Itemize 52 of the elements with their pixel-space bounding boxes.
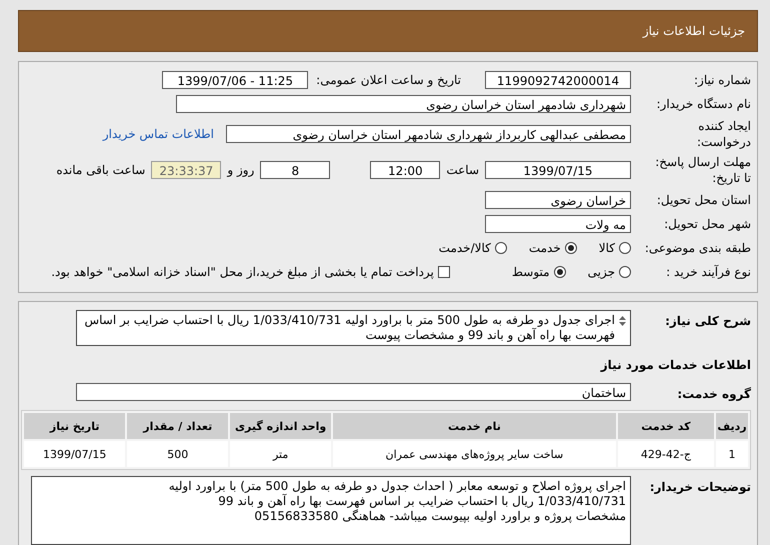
city-field: مه ولات	[485, 215, 631, 233]
description-text: اجرای جدول دو طرفه به طول 500 متر با براورد اولیه 1/033/410/731 ریال با احتساب ضرایب بر اساس فهرست بها راه آهن و باند 99 و مشخصات پیوست	[83, 313, 615, 343]
process-radio[interactable]: متوسط	[512, 265, 566, 279]
process-radio[interactable]: جزیی	[588, 265, 631, 279]
category-radio[interactable]: خدمت	[528, 241, 577, 255]
column-header: تاریخ نیاز	[24, 413, 126, 439]
column-header: تعداد / مقدار	[127, 413, 228, 439]
need-number-field: 1199092742000014	[485, 71, 631, 89]
table-cell: 1	[716, 441, 748, 467]
days-field: 8	[260, 161, 330, 179]
column-header: نام خدمت	[332, 413, 616, 439]
table-cell: متر	[230, 441, 331, 467]
field-label: شرح کلی نیاز:	[664, 314, 751, 328]
province-field: خراسان رضوی	[485, 191, 631, 209]
field-label: نوع فرآیند خرید :	[665, 265, 751, 279]
page-header: جزئیات اطلاعات نیاز	[18, 10, 758, 52]
section-title: اطلاعات خدمات مورد نیاز	[599, 358, 751, 372]
deadline-time-field: 12:00	[370, 161, 440, 179]
field-label: توضیحات خریدار:	[648, 480, 751, 494]
category-radio[interactable]: کالا/خدمت	[438, 241, 507, 255]
table-cell: 500	[127, 441, 228, 467]
remaining-time-field: 23:33:37	[151, 161, 222, 179]
field-label: ایجاد کننده درخواست:	[696, 118, 751, 150]
field-label: تاریخ و ساعت اعلان عمومی:	[316, 73, 461, 87]
field-label: روز و	[227, 163, 254, 177]
category-radio[interactable]: کالا	[598, 241, 631, 255]
treasury-payment-checkbox[interactable]: پرداخت تمام یا بخشی از مبلغ خرید،از محل "اسناد خزانه اسلامی" خواهد بود.	[51, 265, 450, 279]
description-textarea[interactable]: اجرای جدول دو طرفه به طول 500 متر با براورد اولیه 1/033/410/731 ریال با احتساب ضرایب بر اساس فهرست بها راه آهن و باند 99 و مشخصات پیوست	[76, 310, 631, 346]
field-label: ساعت	[446, 163, 479, 177]
field-label: طبقه بندی موضوعی:	[644, 241, 751, 255]
column-header: ردیف	[716, 413, 748, 439]
column-header: کد خدمت	[618, 413, 714, 439]
field-label: استان محل تحویل:	[656, 193, 751, 207]
field-label: شهر محل تحویل:	[663, 217, 751, 231]
requester-field: مصطفی عبدالهی کاربرداز شهرداری شادمهر استان خراسان رضوی	[226, 125, 631, 143]
service-group-field: ساختمان	[76, 383, 631, 401]
note-line: 1/033/410/731 ریال با احتساب ضرایب بر اساس فهرست بها راه آهن و باند 99	[217, 494, 626, 509]
field-label: نام دستگاه خریدار:	[656, 97, 751, 111]
note-line: اجرای پروژه اصلاح و توسعه معابر ( احداث جدول دو طرفه به طول 500 متر) با براورد اولیه	[168, 479, 626, 494]
field-label: گروه خدمت:	[676, 387, 751, 401]
announce-date-field: 1399/07/06 - 11:25	[162, 71, 308, 89]
table-cell: ساخت سایر پروژه‌های مهندسی عمران	[332, 441, 616, 467]
field-label: ساعت باقی مانده	[56, 163, 146, 177]
column-header: واحد اندازه گیری	[230, 413, 331, 439]
table-cell: 1399/07/15	[24, 441, 126, 467]
deadline-date-field: 1399/07/15	[485, 161, 631, 179]
field-label: شماره نیاز:	[693, 73, 751, 87]
buyer-contact-link[interactable]: اطلاعات تماس خریدار	[102, 127, 214, 141]
buyer-org-field: شهرداری شادمهر استان خراسان رضوی	[176, 95, 631, 113]
note-line: مشخصات پروژه و براورد اولیه بپیوست میباشد- هماهنگی 05156833580	[253, 509, 626, 524]
table-cell: ج-42-429	[618, 441, 714, 467]
field-label: مهلت ارسال پاسخ: تا تاریخ:	[654, 154, 751, 186]
